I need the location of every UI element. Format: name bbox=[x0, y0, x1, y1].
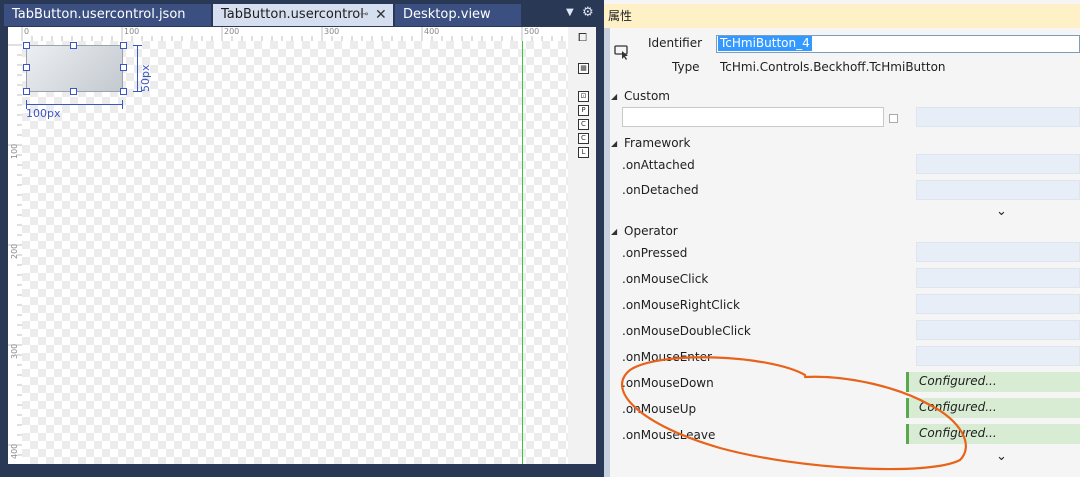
tab-desktop-view[interactable]: Desktop.view bbox=[395, 4, 521, 26]
ruler-label: 400 bbox=[424, 27, 440, 36]
type-value: TcHmi.Controls.Beckhoff.TcHmiButton bbox=[720, 60, 946, 74]
event-value-field[interactable] bbox=[916, 268, 1080, 288]
ruler-vertical: 100 200 300 400 bbox=[8, 41, 22, 464]
ruler-label: 400 bbox=[10, 443, 19, 459]
event-value-field[interactable] bbox=[916, 180, 1080, 200]
grid-icon[interactable]: ▦ bbox=[578, 63, 589, 74]
tab-label: TabButton.usercontrol bbox=[221, 7, 364, 22]
control-type-icon bbox=[614, 44, 632, 62]
chevron-down-icon[interactable]: ▼ bbox=[566, 7, 574, 18]
resize-handle[interactable] bbox=[23, 88, 30, 95]
custom-value-field[interactable] bbox=[916, 107, 1080, 127]
event-label: .onAttached bbox=[622, 158, 695, 172]
event-configured-field[interactable]: Configured... bbox=[906, 398, 1080, 418]
identifier-label: Identifier bbox=[648, 36, 703, 50]
chevron-down-icon[interactable]: ⌄ bbox=[996, 204, 1007, 219]
resize-handle[interactable] bbox=[70, 42, 77, 49]
event-value-field[interactable] bbox=[916, 242, 1080, 262]
selected-button-control[interactable] bbox=[26, 45, 123, 92]
toolbox-button[interactable]: L bbox=[578, 147, 589, 158]
resize-handle[interactable] bbox=[120, 88, 127, 95]
ruler-ticks bbox=[21, 27, 563, 41]
resize-handle[interactable] bbox=[120, 64, 127, 71]
resize-handle[interactable] bbox=[23, 64, 30, 71]
resize-handle[interactable] bbox=[23, 42, 30, 49]
event-label: .onDetached bbox=[622, 183, 699, 197]
properties-title: 属性 bbox=[604, 4, 1080, 28]
tab-usercontrol[interactable]: TabButton.usercontrol ⊸ ✕ bbox=[213, 4, 393, 26]
snap-icon[interactable]: ⊡ bbox=[578, 91, 589, 102]
toolbox-button[interactable]: C bbox=[578, 119, 589, 130]
type-label: Type bbox=[672, 60, 700, 74]
ruler-label: 500 bbox=[524, 27, 540, 36]
event-value-field[interactable] bbox=[916, 346, 1080, 366]
chevron-down-icon[interactable]: ⌄ bbox=[996, 449, 1007, 464]
gear-icon[interactable]: ⚙ bbox=[582, 5, 594, 20]
custom-input[interactable] bbox=[622, 107, 884, 127]
document-tabstrip: TabButton.usercontrol.json TabButton.use… bbox=[0, 4, 604, 27]
tab-label: TabButton.usercontrol.json bbox=[12, 7, 186, 22]
event-label: .onMouseEnter bbox=[622, 350, 712, 364]
event-label: .onMouseUp bbox=[622, 402, 697, 416]
alignment-guide bbox=[522, 41, 523, 464]
event-configured-field[interactable]: Configured... bbox=[906, 372, 1080, 392]
pin-icon[interactable]: ⊸ bbox=[360, 4, 368, 26]
identifier-value: TcHmiButton_4 bbox=[718, 36, 812, 51]
event-configured-field[interactable]: Configured... bbox=[906, 424, 1080, 444]
close-icon[interactable]: ✕ bbox=[375, 4, 387, 26]
collapse-arrow-icon[interactable]: ◢ bbox=[611, 139, 617, 148]
event-label: .onMouseDoubleClick bbox=[622, 324, 751, 338]
identifier-field[interactable]: TcHmiButton_4 bbox=[716, 35, 1080, 53]
ruler-label: 200 bbox=[10, 243, 19, 259]
height-label: 50px bbox=[139, 64, 152, 93]
ruler-label: 100 bbox=[124, 27, 140, 36]
event-label: .onMouseClick bbox=[622, 272, 709, 286]
resize-handle[interactable] bbox=[70, 88, 77, 95]
category-framework[interactable]: Framework bbox=[624, 136, 690, 150]
height-dimension-line bbox=[137, 45, 138, 92]
designer-toolstrip: ⧠ ▦ ⊡ P C C L bbox=[568, 27, 596, 464]
toolbox-button[interactable]: C bbox=[578, 133, 589, 144]
width-dimension-line bbox=[26, 104, 123, 105]
collapse-arrow-icon[interactable]: ◢ bbox=[611, 227, 617, 236]
event-value-field[interactable] bbox=[916, 154, 1080, 174]
event-value-field[interactable] bbox=[916, 294, 1080, 314]
resize-handle[interactable] bbox=[120, 42, 127, 49]
event-label: .onMouseLeave bbox=[622, 428, 716, 442]
ruler-horizontal: 0 100 200 300 400 500 bbox=[8, 27, 568, 41]
ruler-label: 100 bbox=[10, 143, 19, 159]
cursor-button-icon bbox=[614, 45, 628, 60]
event-value-field[interactable] bbox=[916, 320, 1080, 340]
ruler-label: 300 bbox=[324, 27, 340, 36]
event-label: .onPressed bbox=[622, 246, 688, 260]
width-dimension-tick bbox=[122, 100, 123, 109]
width-label: 100px bbox=[26, 107, 61, 120]
tab-usercontrol-json[interactable]: TabButton.usercontrol.json bbox=[4, 4, 211, 26]
ruler-label: 200 bbox=[224, 27, 240, 36]
event-label: .onMouseDown bbox=[622, 376, 714, 390]
category-operator[interactable]: Operator bbox=[624, 224, 678, 238]
ruler-label: 0 bbox=[24, 27, 30, 36]
toolbox-button[interactable]: P bbox=[578, 105, 589, 116]
event-label: .onMouseRightClick bbox=[622, 298, 740, 312]
panel-border bbox=[604, 28, 610, 477]
collapse-arrow-icon[interactable]: ◢ bbox=[611, 92, 617, 101]
zoom-fit-icon[interactable]: ⧠ bbox=[578, 32, 587, 43]
ruler-label: 300 bbox=[10, 343, 19, 359]
height-dimension-tick bbox=[133, 45, 142, 46]
category-custom[interactable]: Custom bbox=[624, 89, 670, 103]
custom-checkbox[interactable] bbox=[889, 114, 898, 123]
tab-label: Desktop.view bbox=[403, 7, 491, 22]
